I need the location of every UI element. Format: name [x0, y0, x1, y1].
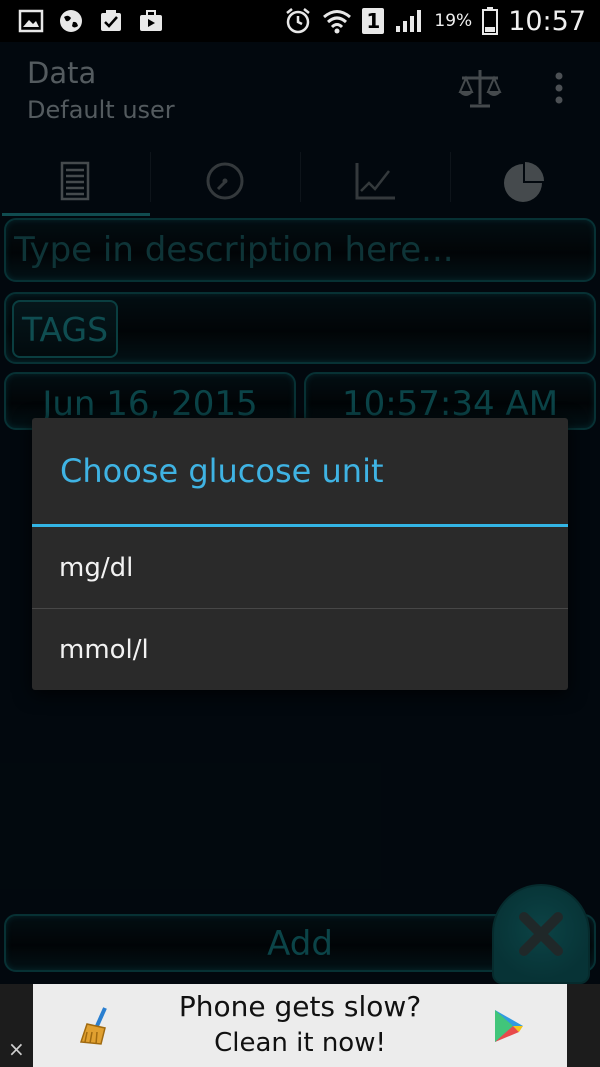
alarm-icon	[286, 8, 311, 34]
sim-slot-badge: 1	[362, 8, 385, 34]
signal-icon	[396, 10, 422, 32]
ad-banner[interactable]: Phone gets slow? Clean it now!	[33, 984, 567, 1067]
clock: 10:57	[508, 5, 586, 37]
notification-icons	[18, 8, 164, 34]
ad-subline: Clean it now!	[214, 1028, 386, 1058]
option-divider	[32, 608, 568, 609]
status-bar: 1 19% 10:57	[0, 0, 600, 42]
dialog-title-divider	[32, 524, 568, 527]
ad-close-button[interactable]: ×	[8, 1039, 28, 1059]
option-mmol-l[interactable]: mmol/l	[32, 610, 568, 690]
ad-headline: Phone gets slow?	[178, 990, 422, 1023]
option-mg-dl[interactable]: mg/dl	[32, 528, 568, 608]
globe-icon	[60, 10, 82, 32]
gallery-icon	[18, 9, 44, 33]
dialog-title: Choose glucose unit	[60, 452, 384, 490]
glucose-unit-dialog: Choose glucose unit mg/dl mmol/l	[32, 418, 568, 690]
wifi-icon	[323, 10, 352, 34]
briefcase-icon	[140, 10, 162, 31]
clipboard-check-icon	[101, 10, 121, 31]
ad-banner-bar: × Phone gets slow? Clean it now!	[0, 984, 600, 1067]
battery-percent: 19%	[434, 11, 473, 31]
battery-icon	[482, 7, 499, 35]
system-icons: 1 19% 10:57	[284, 4, 586, 38]
play-store-icon	[495, 1010, 523, 1042]
